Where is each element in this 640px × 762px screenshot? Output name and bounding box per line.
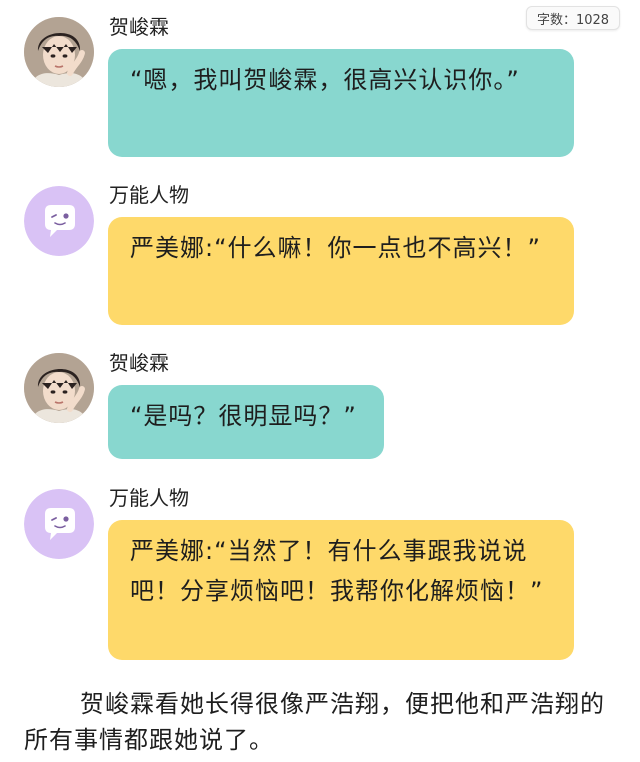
avatar[interactable] bbox=[24, 489, 94, 559]
speaker-name: 万能人物 bbox=[109, 486, 189, 510]
speaker-name: 万能人物 bbox=[109, 183, 189, 207]
profile-photo-icon bbox=[24, 17, 94, 87]
chat-bubble-icon bbox=[24, 186, 94, 256]
message-bubble[interactable]: “嗯，我叫贺峻霖，很高兴认识你。” bbox=[108, 49, 574, 157]
narration-text: 贺峻霖看她长得很像严浩翔，便把他和严浩翔的所有事情都跟她说了。 bbox=[24, 690, 605, 754]
message-bubble[interactable]: 严美娜:“什么嘛！你一点也不高兴！” bbox=[108, 217, 574, 325]
message-bubble[interactable]: 严美娜:“当然了！有什么事跟我说说吧！分享烦恼吧！我帮你化解烦恼！” bbox=[108, 520, 574, 660]
speaker-name: 贺峻霖 bbox=[109, 15, 169, 39]
avatar[interactable] bbox=[24, 17, 94, 87]
message-bubble[interactable]: “是吗？很明显吗？” bbox=[108, 385, 384, 459]
avatar[interactable] bbox=[24, 353, 94, 423]
chat-bubble-icon bbox=[24, 489, 94, 559]
avatar[interactable] bbox=[24, 186, 94, 256]
speaker-name: 贺峻霖 bbox=[109, 351, 169, 375]
profile-photo-icon bbox=[24, 353, 94, 423]
word-count-badge: 字数：1028 bbox=[526, 6, 620, 30]
